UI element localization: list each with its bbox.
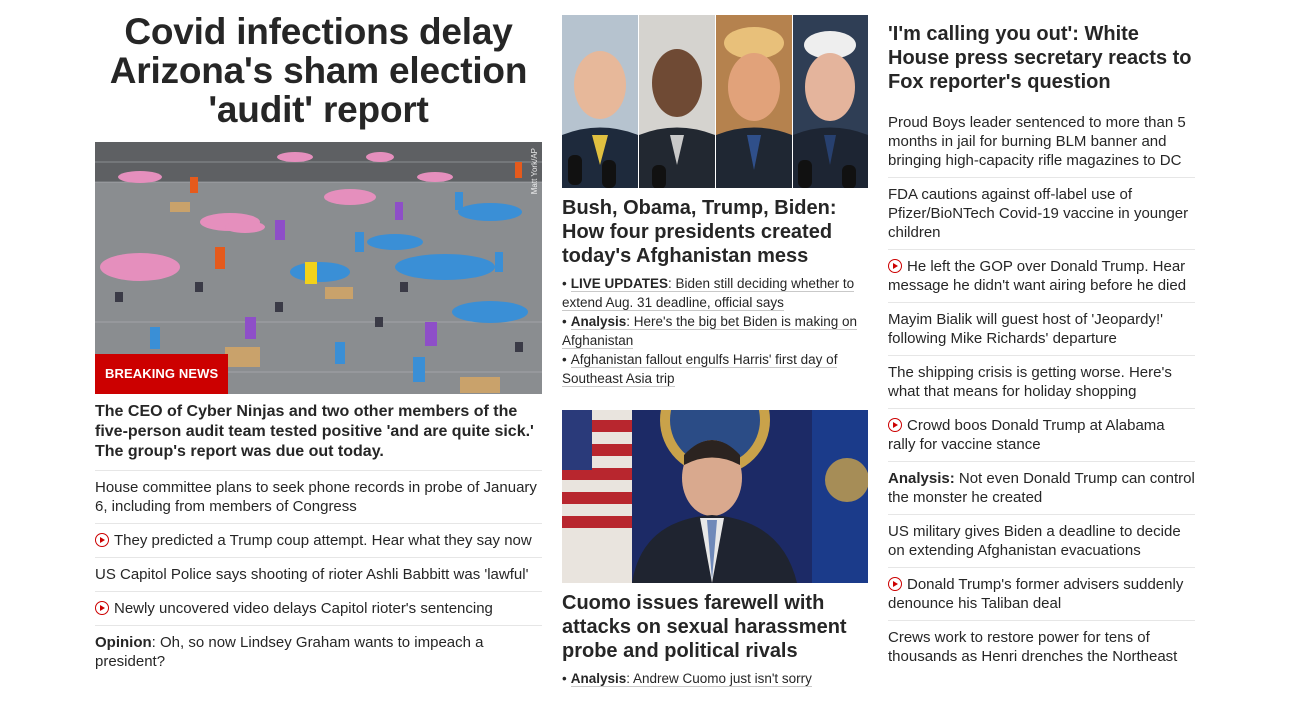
photo-credit: Matt York/AP bbox=[530, 148, 539, 195]
play-video-icon bbox=[95, 533, 109, 547]
play-video-icon bbox=[888, 259, 902, 273]
link-text[interactable]: FDA cautions against off-label use of Pf… bbox=[888, 186, 1188, 241]
list-item[interactable]: US Capitol Police says shooting of riote… bbox=[95, 558, 542, 592]
four-presidents-image bbox=[562, 15, 868, 188]
list-item[interactable]: Crews work to restore power for tens of … bbox=[888, 621, 1195, 673]
bullet-prefix: LIVE UPDATES bbox=[570, 276, 668, 291]
headlines-list: Proud Boys leader sentenced to more than… bbox=[888, 106, 1195, 673]
bullet-prefix: Analysis bbox=[570, 314, 627, 329]
bullet-dot: • bbox=[562, 352, 567, 367]
list-item[interactable]: Analysis: Not even Donald Trump can cont… bbox=[888, 462, 1195, 515]
related-links-list: House committee plans to seek phone reco… bbox=[95, 471, 542, 678]
link-prefix: Analysis: bbox=[888, 470, 955, 487]
link-prefix: Opinion bbox=[95, 634, 152, 651]
bullet-text[interactable]: : Andrew Cuomo just isn't sorry bbox=[626, 671, 812, 686]
link-text[interactable]: Proud Boys leader sentenced to more than… bbox=[888, 114, 1186, 169]
link-text[interactable]: Newly uncovered video delays Capitol rio… bbox=[114, 600, 493, 617]
list-item[interactable]: The shipping crisis is getting worse. He… bbox=[888, 356, 1195, 409]
list-item[interactable]: He left the GOP over Donald Trump. Hear … bbox=[888, 250, 1195, 303]
bullet-text[interactable]: Afghanistan fallout engulfs Harris' firs… bbox=[562, 352, 837, 386]
link-text[interactable]: He left the GOP over Donald Trump. Hear … bbox=[888, 258, 1186, 294]
cuomo-headline[interactable]: Cuomo issues farewell with attacks on se… bbox=[562, 591, 868, 663]
link-text[interactable]: They predicted a Trump coup attempt. Hea… bbox=[114, 532, 532, 549]
link-text[interactable]: : Oh, so now Lindsey Graham wants to imp… bbox=[95, 634, 484, 670]
lead-story-image[interactable]: Matt York/AP BREAKING NEWS bbox=[95, 142, 542, 394]
list-item[interactable]: Newly uncovered video delays Capitol rio… bbox=[95, 592, 542, 626]
list-item[interactable]: Proud Boys leader sentenced to more than… bbox=[888, 106, 1195, 178]
cuomo-story: Cuomo issues farewell with attacks on se… bbox=[562, 410, 868, 688]
bullet-item[interactable]: • LIVE UPDATES: Biden still deciding whet… bbox=[562, 274, 868, 312]
bullet-prefix: Analysis bbox=[570, 671, 627, 686]
list-item[interactable]: FDA cautions against off-label use of Pf… bbox=[888, 178, 1195, 250]
list-item[interactable]: House committee plans to seek phone reco… bbox=[95, 471, 542, 524]
link-text[interactable]: US Capitol Police says shooting of riote… bbox=[95, 566, 528, 583]
lead-headline[interactable]: Covid infections delay Arizona's sham el… bbox=[95, 12, 542, 129]
list-item[interactable]: Donald Trump's former advisers suddenly … bbox=[888, 568, 1195, 621]
link-text[interactable]: The shipping crisis is getting worse. He… bbox=[888, 364, 1172, 400]
presidents-headline[interactable]: Bush, Obama, Trump, Biden: How four pres… bbox=[562, 196, 868, 268]
bullet-item[interactable]: • Afghanistan fallout engulfs Harris' fir… bbox=[562, 350, 868, 388]
play-video-icon bbox=[888, 418, 902, 432]
bullet-dot: • bbox=[562, 671, 567, 686]
press-secretary-headline[interactable]: 'I'm calling you out': White House press… bbox=[888, 22, 1195, 100]
presidents-photo[interactable] bbox=[562, 15, 868, 188]
play-video-icon bbox=[888, 577, 902, 591]
play-video-icon bbox=[95, 601, 109, 615]
bullet-item[interactable]: • Analysis: Here's the big bet Biden is m… bbox=[562, 312, 868, 350]
link-text[interactable]: Crowd boos Donald Trump at Alabama rally… bbox=[888, 417, 1165, 453]
breaking-news-badge: BREAKING NEWS bbox=[95, 354, 229, 394]
lead-summary[interactable]: The CEO of Cyber Ninjas and two other me… bbox=[95, 402, 542, 471]
presidents-story: Bush, Obama, Trump, Biden: How four pres… bbox=[562, 15, 868, 388]
right-column: 'I'm calling you out': White House press… bbox=[888, 22, 1195, 673]
cuomo-photo[interactable] bbox=[562, 410, 868, 583]
list-item[interactable]: US military gives Biden a deadline to de… bbox=[888, 515, 1195, 568]
bullet-dot: • bbox=[562, 276, 567, 291]
list-item[interactable]: Opinion: Oh, so now Lindsey Graham wants… bbox=[95, 626, 542, 678]
cuomo-image bbox=[562, 410, 868, 583]
bullet-item[interactable]: • Analysis: Andrew Cuomo just isn't sorry bbox=[562, 669, 868, 688]
list-item[interactable]: Crowd boos Donald Trump at Alabama rally… bbox=[888, 409, 1195, 462]
link-text[interactable]: US military gives Biden a deadline to de… bbox=[888, 523, 1181, 559]
bullet-dot: • bbox=[562, 314, 567, 329]
middle-column: Bush, Obama, Trump, Biden: How four pres… bbox=[562, 15, 868, 688]
list-item[interactable]: Mayim Bialik will guest host of 'Jeopard… bbox=[888, 303, 1195, 356]
link-text[interactable]: Mayim Bialik will guest host of 'Jeopard… bbox=[888, 311, 1163, 347]
link-text[interactable]: Donald Trump's former advisers suddenly … bbox=[888, 576, 1183, 612]
link-text[interactable]: House committee plans to seek phone reco… bbox=[95, 479, 537, 515]
lead-story-column: Covid infections delay Arizona's sham el… bbox=[95, 12, 542, 678]
link-text[interactable]: Crews work to restore power for tens of … bbox=[888, 629, 1177, 665]
list-item[interactable]: They predicted a Trump coup attempt. Hea… bbox=[95, 524, 542, 558]
